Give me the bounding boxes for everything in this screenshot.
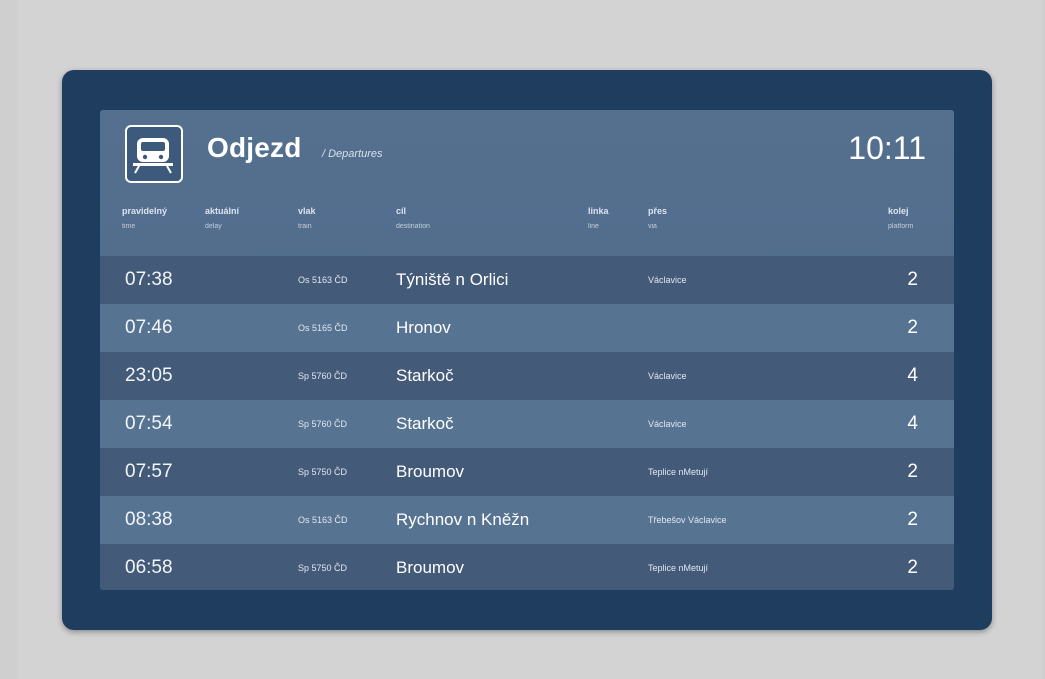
via: Václavice — [648, 419, 687, 429]
platform-number: 2 — [907, 461, 918, 482]
train-number: Sp 5760 ČD — [298, 419, 348, 429]
platform-number: 4 — [907, 365, 918, 386]
train-number: Os 5163 ČD — [298, 515, 348, 525]
train-number: Sp 5750 ČD — [298, 467, 348, 477]
departure-time: 07:38 — [125, 269, 173, 290]
column-headers: pravidelný time aktuální delay vlak train c… — [100, 206, 954, 252]
destination: Starkoč — [396, 366, 454, 385]
via: Teplice nMetují — [648, 467, 709, 477]
train-icon — [125, 125, 183, 183]
table-row: 08:38 Os 5163 ČD Rychnov n Kněžn Třebešo… — [100, 496, 954, 544]
departure-time: 23:05 — [125, 365, 173, 386]
column-header-train: vlak train — [298, 206, 316, 230]
platform-number: 2 — [907, 269, 918, 290]
destination: Týniště n Orlici — [396, 270, 509, 289]
via: Třebešov Václavice — [648, 515, 727, 525]
train-number: Sp 5750 ČD — [298, 563, 348, 573]
destination: Hronov — [396, 318, 451, 337]
platform-number: 2 — [907, 317, 918, 338]
departure-time: 08:38 — [125, 509, 173, 530]
destination: Broumov — [396, 462, 465, 481]
column-header-delay: aktuální delay — [205, 206, 240, 230]
table-row: 07:57 Sp 5750 ČD Broumov Teplice nMetují… — [100, 448, 954, 496]
departure-time: 07:57 — [125, 461, 173, 482]
clock: 10:11 — [848, 130, 926, 166]
table-row: 07:54 Sp 5760 ČD Starkoč Václavice 4 — [100, 400, 954, 448]
departure-time: 07:46 — [125, 317, 173, 338]
destination: Rychnov n Kněžn — [396, 510, 530, 529]
via: Václavice — [648, 371, 687, 381]
column-header-time: pravidelný time — [122, 206, 168, 230]
table-row: 23:05 Sp 5760 ČD Starkoč Václavice 4 — [100, 352, 954, 400]
table-row: 06:58 Sp 5750 ČD Broumov Teplice nMetují… — [100, 544, 954, 590]
departure-board: Odjezd / Departures 10:11 pravidelný time… — [100, 110, 954, 590]
column-header-platform: kolej platform — [888, 206, 914, 230]
board-header: Odjezd / Departures 10:11 — [100, 110, 954, 200]
via: Teplice nMetují — [648, 563, 709, 573]
platform-number: 4 — [907, 413, 918, 434]
column-header-destination: cíl destination — [396, 206, 430, 230]
destination: Starkoč — [396, 414, 454, 433]
departure-time: 06:58 — [125, 557, 173, 578]
platform-number: 2 — [907, 557, 918, 578]
departure-rows: 07:38 Os 5163 ČD Týniště n Orlici Václav… — [100, 256, 954, 590]
train-number: Sp 5760 ČD — [298, 371, 348, 381]
table-row: 07:46 Os 5165 ČD Hronov 2 — [100, 304, 954, 352]
column-header-line: linka line — [588, 206, 609, 230]
departure-time: 07:54 — [125, 413, 173, 434]
table-row: 07:38 Os 5163 ČD Týniště n Orlici Václav… — [100, 256, 954, 304]
destination: Broumov — [396, 558, 465, 577]
board-title: Odjezd — [207, 132, 302, 163]
train-number: Os 5165 ČD — [298, 323, 348, 333]
via: Václavice — [648, 275, 687, 285]
platform-number: 2 — [907, 509, 918, 530]
board-subtitle: / Departures — [322, 148, 383, 160]
column-header-via: přes via — [648, 206, 668, 230]
train-number: Os 5163 ČD — [298, 275, 348, 285]
